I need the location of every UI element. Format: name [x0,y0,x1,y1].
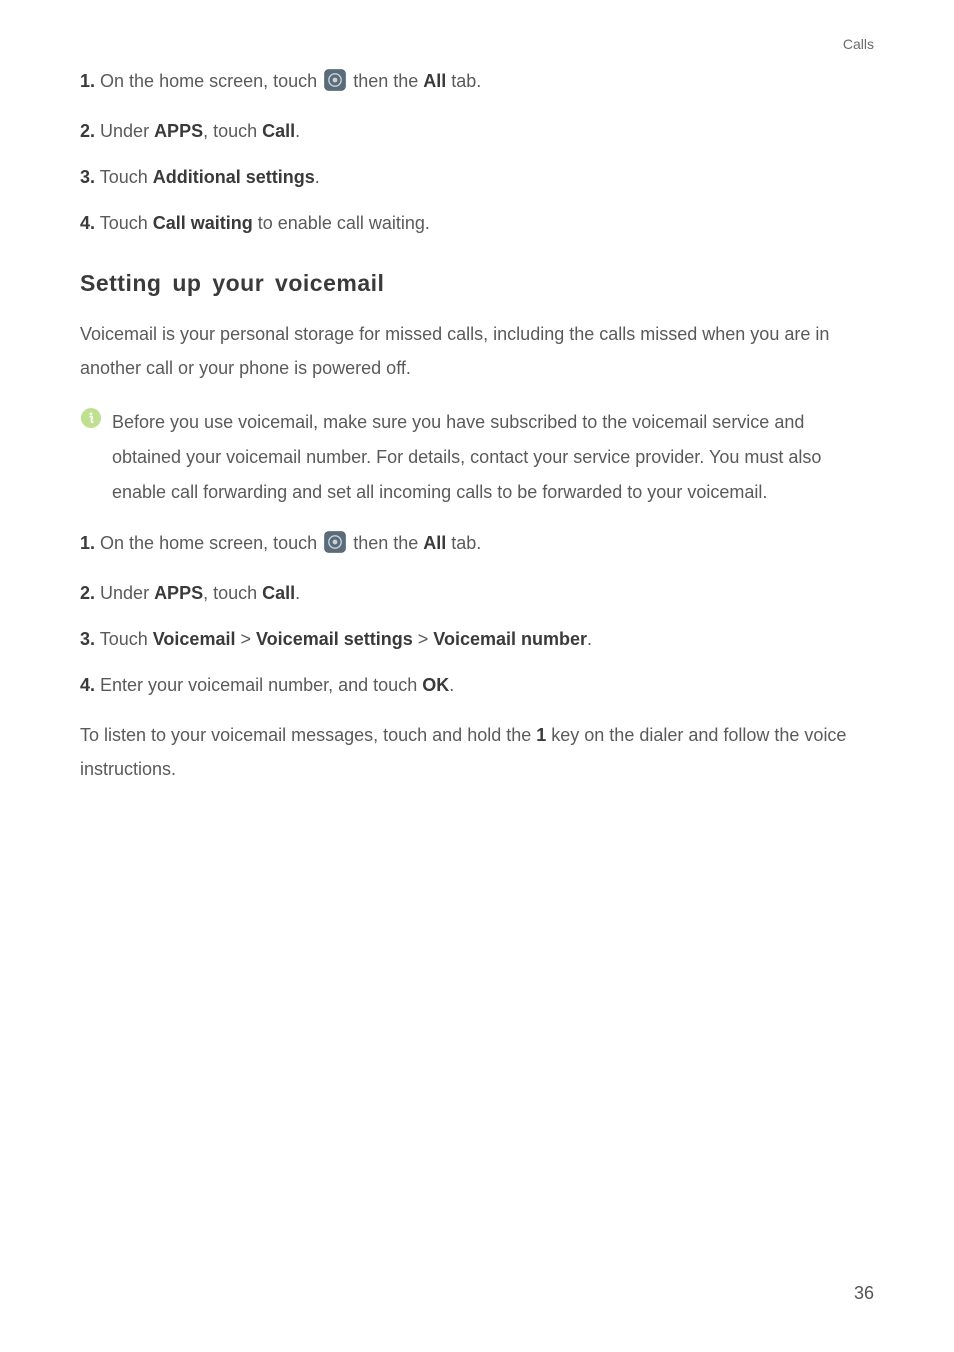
step-bold: Call [262,121,295,141]
step-tail: . [295,121,300,141]
step-bold: OK [422,675,449,695]
info-icon [80,407,102,434]
step-text: , touch [203,583,262,603]
step-a2: 2. Under APPS, touch Call. [80,118,874,146]
step-bold: Call [262,583,295,603]
step-bold: Voicemail number [433,629,587,649]
step-number: 2. [80,121,95,141]
header-section-label: Calls [843,36,874,52]
closing-pre: To listen to your voicemail messages, to… [80,725,536,745]
step-number: 4. [80,675,95,695]
step-number: 4. [80,213,95,233]
settings-icon [324,69,346,100]
step-text: Touch [100,629,153,649]
step-tail: . [295,583,300,603]
step-a3: 3. Touch Additional settings. [80,164,874,192]
step-b1: 1. On the home screen, touch then the Al… [80,530,874,562]
step-number: 1. [80,71,95,91]
step-number: 1. [80,533,95,553]
closing-paragraph: To listen to your voicemail messages, to… [80,718,874,786]
step-text: Touch [100,213,153,233]
step-bold: All [423,533,446,553]
step-text: , touch [203,121,262,141]
content-area: 1. On the home screen, touch then the Al… [80,68,874,786]
step-tail: . [587,629,592,649]
settings-icon [324,531,346,562]
chevron-right-icon: > [418,629,429,649]
step-text: Under [100,121,154,141]
intro-paragraph: Voicemail is your personal storage for m… [80,317,874,385]
step-tail: . [315,167,320,187]
page-number: 36 [854,1283,874,1304]
step-b4: 4. Enter your voicemail number, and touc… [80,672,874,700]
step-text-postpre: then the [353,533,423,553]
step-bold: Additional settings [153,167,315,187]
step-text-pre: On the home screen, touch [100,533,322,553]
step-number: 2. [80,583,95,603]
step-bold: All [423,71,446,91]
step-text: Under [100,583,154,603]
step-bold: APPS [154,583,203,603]
info-note: Before you use voicemail, make sure you … [80,405,874,510]
step-bold: Voicemail settings [256,629,413,649]
step-number: 3. [80,167,95,187]
step-a4: 4. Touch Call waiting to enable call wai… [80,210,874,238]
step-text: Enter your voicemail number, and touch [100,675,422,695]
step-text-pre: On the home screen, touch [100,71,322,91]
step-tail: to enable call waiting. [253,213,430,233]
step-b2: 2. Under APPS, touch Call. [80,580,874,608]
chevron-right-icon: > [240,629,251,649]
step-text: Touch [100,167,153,187]
step-bold: APPS [154,121,203,141]
section-heading: Setting up your voicemail [80,270,874,297]
step-bold: Voicemail [153,629,236,649]
step-a1: 1. On the home screen, touch then the Al… [80,68,874,100]
step-text-postpre: then the [353,71,423,91]
info-text: Before you use voicemail, make sure you … [112,405,874,510]
step-tail: tab. [451,71,481,91]
step-bold: Call waiting [153,213,253,233]
closing-bold: 1 [536,725,546,745]
step-tail: . [449,675,454,695]
page: Calls 1. On the home screen, touch then … [0,0,954,1352]
step-number: 3. [80,629,95,649]
step-tail: tab. [451,533,481,553]
step-b3: 3. Touch Voicemail > Voicemail settings … [80,626,874,654]
